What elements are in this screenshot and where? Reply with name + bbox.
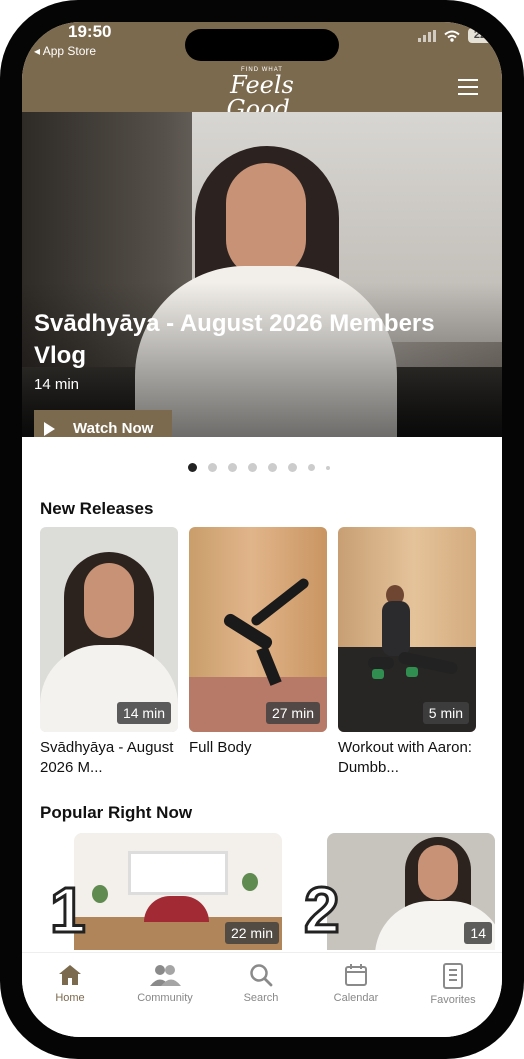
status-time: 19:50 xyxy=(68,22,112,41)
tab-community[interactable]: Community xyxy=(125,963,205,1004)
calendar-icon xyxy=(345,964,367,986)
duration-badge: 22 min xyxy=(224,922,279,944)
tab-label: Search xyxy=(243,992,279,1004)
raised-leg xyxy=(249,576,311,628)
carousel-dot[interactable] xyxy=(248,463,257,472)
athlete-torso xyxy=(382,601,410,656)
video-title: Svādhyāya - August 2026 M... xyxy=(40,739,174,776)
popular-card[interactable]: 14 xyxy=(327,833,495,950)
video-thumbnail: 27 min xyxy=(189,527,327,732)
status-icons: 22 xyxy=(418,28,492,43)
rank-number: 1 xyxy=(49,874,88,946)
tab-label: Community xyxy=(137,992,193,1004)
favorites-icon xyxy=(443,963,463,989)
new-release-card[interactable]: 14 min Svādhyāya - August 2026 M... xyxy=(40,527,178,778)
new-releases-title: New Releases xyxy=(40,499,154,518)
wifi-icon xyxy=(444,30,460,42)
featured-hero[interactable]: Svādhyāya - August 2026 Members Vlog 14 … xyxy=(22,112,502,437)
dynamic-island xyxy=(185,29,339,61)
duration-badge: 5 min xyxy=(422,702,469,724)
search-icon xyxy=(250,964,273,987)
tab-search[interactable]: Search xyxy=(221,963,301,1004)
carousel-dot[interactable] xyxy=(288,463,297,472)
hero-person-face xyxy=(226,163,306,278)
rank-number: 2 xyxy=(303,874,342,946)
duration-badge: 27 min xyxy=(265,702,320,724)
bottom-tab-bar: Home Community Search Calendar Favorites xyxy=(22,952,502,1037)
video-title: Workout with Aaron: Dumbb... xyxy=(338,739,472,776)
video-title: Full Body xyxy=(189,739,252,756)
new-release-card[interactable]: 5 min Workout with Aaron: Dumbb... xyxy=(338,527,476,778)
duration-badge: 14 xyxy=(464,922,492,944)
hero-duration: 14 min xyxy=(34,376,80,393)
back-to-app-store-link[interactable]: ◂ App Store xyxy=(34,44,96,58)
duration-badge: 14 min xyxy=(116,702,171,724)
thumbnail-face xyxy=(84,563,134,638)
battery-indicator: 22 xyxy=(468,28,492,43)
carousel-dot[interactable] xyxy=(268,463,277,472)
tab-calendar[interactable]: Calendar xyxy=(316,963,396,1004)
phone-frame: 19:50 ◂ App Store 22 FIND WHAT Feels Goo… xyxy=(0,0,524,1059)
home-icon xyxy=(59,965,81,985)
signal-icon xyxy=(418,29,436,42)
app-screen: 19:50 ◂ App Store 22 FIND WHAT Feels Goo… xyxy=(22,22,502,1037)
tab-label: Home xyxy=(55,992,85,1004)
watch-now-label: Watch Now xyxy=(73,420,154,437)
watch-now-button[interactable]: Watch Now xyxy=(34,410,172,437)
carousel-dot[interactable] xyxy=(308,464,315,471)
popular-card[interactable]: 22 min xyxy=(74,833,282,950)
plant-icon xyxy=(92,885,108,903)
carousel-dot[interactable] xyxy=(228,463,237,472)
app-header: 19:50 ◂ App Store 22 FIND WHAT Feels Goo… xyxy=(22,22,502,121)
tab-home[interactable]: Home xyxy=(30,963,110,1004)
tab-label: Favorites xyxy=(430,994,476,1006)
carousel-dot[interactable] xyxy=(326,465,330,470)
community-icon xyxy=(150,965,181,986)
tab-favorites[interactable]: Favorites xyxy=(413,963,493,1006)
plant-icon xyxy=(242,873,258,891)
thumbnail-face xyxy=(418,845,458,900)
tab-label: Calendar xyxy=(333,992,379,1004)
popular-title: Popular Right Now xyxy=(40,803,193,822)
dumbbell-icon xyxy=(372,669,384,679)
hamburger-menu-icon[interactable] xyxy=(458,79,478,95)
dumbbell-icon xyxy=(406,667,418,677)
video-thumbnail: 5 min xyxy=(338,527,476,732)
new-release-card[interactable]: 27 min Full Body xyxy=(189,527,327,758)
carousel-dot[interactable] xyxy=(188,463,197,472)
carousel-pagination[interactable] xyxy=(188,463,330,472)
play-icon xyxy=(44,421,55,436)
room-window xyxy=(128,851,228,895)
video-thumbnail: 14 min xyxy=(40,527,178,732)
hero-title: Svādhyāya - August 2026 Members Vlog xyxy=(34,310,435,369)
yoga-pose xyxy=(144,896,209,922)
athlete-leg xyxy=(368,657,394,669)
carousel-dot[interactable] xyxy=(208,463,217,472)
